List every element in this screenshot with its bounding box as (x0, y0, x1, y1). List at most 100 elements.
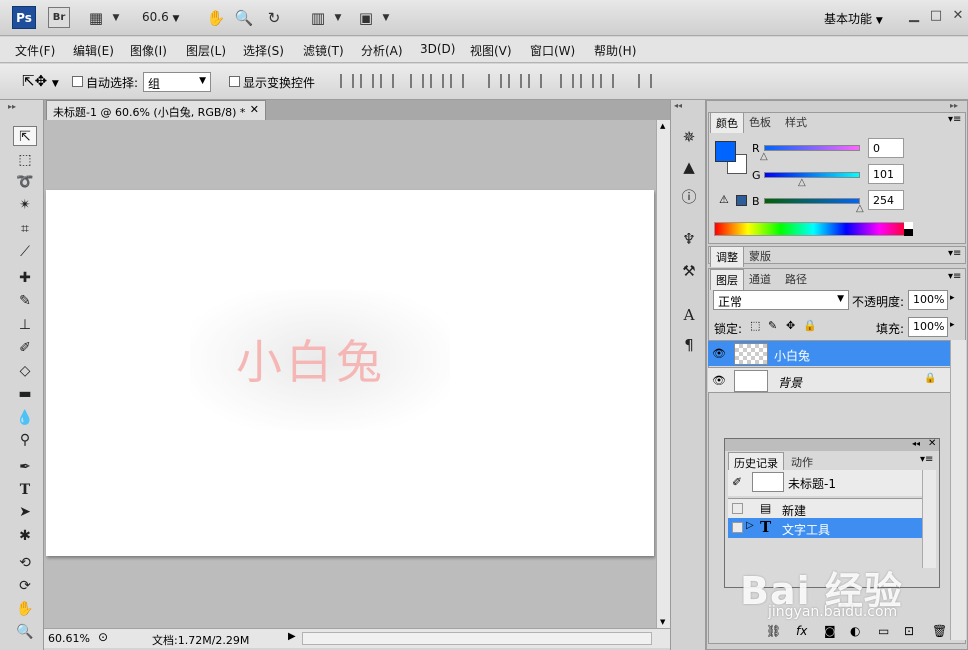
menu-window[interactable]: 窗口(W) (530, 42, 575, 59)
auto-select-dropdown[interactable]: 组 ▼ (143, 72, 211, 92)
auto-align-icon[interactable] (638, 74, 652, 88)
hand-tool-icon[interactable]: ✋ (13, 599, 37, 619)
screen-mode-icon[interactable]: ▣ (356, 8, 376, 28)
layers-scrollbar[interactable] (950, 340, 966, 640)
opacity-field[interactable]: 100% (908, 290, 948, 310)
chevron-down-icon[interactable]: ▼ (376, 8, 396, 28)
r-value-field[interactable]: 0 (868, 138, 904, 158)
visibility-eye-icon[interactable]: 👁 (710, 343, 728, 365)
history-panel-titlebar[interactable] (725, 439, 939, 451)
tab-masks[interactable]: 蒙版 (744, 246, 776, 266)
menu-view[interactable]: 视图(V) (470, 42, 512, 59)
adjustment-layer-icon[interactable]: ◐ (850, 624, 860, 638)
distribute-right-icon[interactable] (600, 74, 614, 88)
3d-orbit-icon[interactable]: ⟳ (13, 576, 37, 596)
clone-stamp-icon[interactable]: ⊥ (13, 315, 37, 335)
menu-file[interactable]: 文件(F) (15, 42, 55, 59)
type-tool-icon[interactable]: T (13, 480, 37, 500)
tool-presets-icon[interactable]: ⚒ (678, 260, 700, 282)
hand-icon[interactable]: ✋ (206, 8, 226, 28)
distribute-left-icon[interactable] (560, 74, 574, 88)
ramp-white-chip[interactable] (904, 222, 913, 229)
b-slider-thumb[interactable]: △ (856, 203, 864, 214)
close-tab-icon[interactable]: ✕ (250, 103, 259, 116)
dodge-tool-icon[interactable]: ⚲ (13, 430, 37, 450)
lock-pixels-icon[interactable]: ✎ (768, 319, 777, 332)
healing-brush-icon[interactable]: ✚ (13, 268, 37, 288)
close-button[interactable]: ✕ (948, 6, 968, 26)
layer-row-background[interactable]: 👁 背景 🔒 (708, 367, 950, 393)
clone-source-icon[interactable]: ♆ (678, 228, 700, 250)
scroll-down-icon[interactable]: ▼ (660, 618, 665, 626)
marquee-tool-icon[interactable]: ⬚ (13, 150, 37, 170)
g-slider-thumb[interactable]: △ (798, 177, 806, 188)
photoshop-logo[interactable]: Ps (12, 6, 36, 29)
gradient-tool-icon[interactable]: ▬ (13, 384, 37, 404)
tab-paths[interactable]: 路径 (780, 269, 812, 289)
move-tool-icon[interactable]: ⇱ (13, 126, 37, 146)
history-snapshot-row[interactable]: ✐ 未标题-1 (728, 470, 922, 496)
film-icon[interactable]: ▦ (86, 8, 106, 28)
menu-3d[interactable]: 3D(D) (420, 42, 455, 56)
align-vcenter-icon[interactable] (360, 74, 374, 88)
tab-channels[interactable]: 通道 (744, 269, 776, 289)
histogram-icon[interactable]: ▲ (678, 156, 700, 178)
b-slider[interactable] (764, 198, 860, 204)
collapse-history-icon[interactable]: ◂◂ (912, 439, 920, 448)
tab-adjustments[interactable]: 调整 (710, 246, 744, 267)
workspace-switcher[interactable]: 基本功能 ▼ (824, 10, 883, 27)
panel-menu-icon[interactable]: ▾≡ (948, 271, 961, 282)
menu-layer[interactable]: 图层(L) (186, 42, 226, 59)
path-selection-icon[interactable]: ➤ (13, 502, 37, 522)
g-slider[interactable] (764, 172, 860, 178)
distribute-top-icon[interactable] (488, 74, 502, 88)
canvas-text-layer[interactable]: 小白兔 (236, 326, 386, 392)
crop-tool-icon[interactable]: ⌗ (13, 219, 37, 239)
r-slider-thumb[interactable]: △ (760, 151, 768, 162)
gamut-warning-icon[interactable]: ⚠ (719, 193, 729, 206)
opacity-arrow-icon[interactable]: ▸ (950, 293, 955, 303)
tab-layers[interactable]: 图层 (710, 269, 744, 290)
zoom-icon[interactable]: 🔍 (234, 8, 254, 28)
magic-wand-icon[interactable]: ✴ (13, 195, 37, 215)
menu-analysis[interactable]: 分析(A) (361, 42, 403, 59)
show-transform-checkbox[interactable] (229, 76, 240, 87)
fill-field[interactable]: 100% (908, 317, 948, 337)
menu-filter[interactable]: 滤镜(T) (303, 42, 344, 59)
r-slider[interactable] (764, 145, 860, 151)
close-history-icon[interactable]: ✕ (928, 438, 936, 449)
align-left-icon[interactable] (410, 74, 424, 88)
distribute-hcenter-icon[interactable] (580, 74, 594, 88)
delete-layer-icon[interactable]: 🗑 (932, 624, 947, 638)
tab-actions[interactable]: 动作 (786, 452, 818, 472)
brush-tool-icon[interactable]: ✎ (13, 291, 37, 311)
history-brush-source-box[interactable] (732, 522, 743, 533)
chevron-down-icon[interactable]: ▼ (328, 8, 348, 28)
3d-rotate-icon[interactable]: ⟲ (13, 553, 37, 573)
eyedropper-tool-icon[interactable]: ⟋ (13, 242, 37, 262)
history-step-type[interactable]: ▷ T 文字工具 (728, 518, 922, 538)
distribute-bottom-icon[interactable] (528, 74, 542, 88)
gamut-color-chip[interactable] (736, 195, 747, 206)
color-ramp[interactable] (714, 222, 913, 236)
info-icon[interactable]: ⓘ (678, 186, 700, 208)
distribute-vcenter-icon[interactable] (508, 74, 522, 88)
status-info-icon[interactable]: ⊙ (98, 630, 108, 644)
document-tab[interactable]: 未标题-1 @ 60.6% (小白兔, RGB/8) * ✕ (46, 100, 266, 120)
layer-name[interactable]: 背景 (778, 374, 802, 391)
collapse-panels-icon[interactable]: ▸▸ (950, 101, 958, 110)
menu-image[interactable]: 图像(I) (130, 42, 167, 59)
arrange-documents-icon[interactable]: ▥ (308, 8, 328, 28)
pen-tool-icon[interactable]: ✒ (13, 457, 37, 477)
zoom-level-dropdown[interactable]: 60.6 ▼ (142, 10, 179, 24)
align-hcenter-icon[interactable] (430, 74, 444, 88)
lock-transparent-icon[interactable]: ⬚ (750, 319, 760, 332)
collapse-tools-icon[interactable]: ▸▸ (8, 102, 16, 111)
tab-swatches[interactable]: 色板 (744, 112, 776, 132)
foreground-color-swatch[interactable] (715, 141, 736, 162)
add-mask-icon[interactable]: ◙ (824, 624, 836, 638)
paragraph-icon[interactable]: ¶ (678, 334, 700, 356)
g-value-field[interactable]: 101 (868, 164, 904, 184)
fill-arrow-icon[interactable]: ▸ (950, 320, 955, 330)
layer-row-text[interactable]: 👁 小白兔 (708, 340, 950, 366)
